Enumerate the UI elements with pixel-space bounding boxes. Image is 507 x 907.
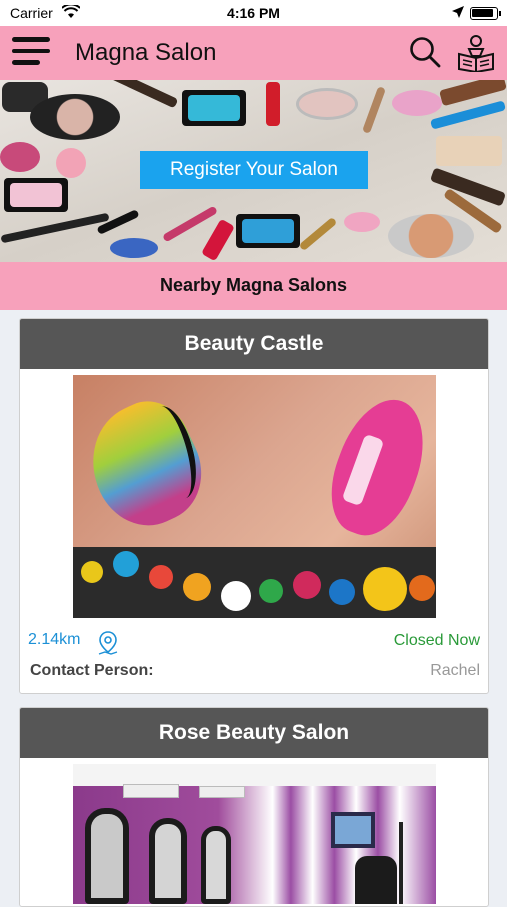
app-title: Magna Salon [75, 39, 217, 66]
salon-distance: 2.14km [28, 631, 81, 648]
makeup-banner: Register Your Salon [0, 80, 507, 262]
status-time: 4:16 PM [227, 5, 280, 21]
status-bar: Carrier 4:16 PM [0, 0, 507, 26]
salon-card[interactable]: Beauty Castle 2.14km Closed Now Contact … [19, 318, 489, 694]
search-icon[interactable] [408, 35, 442, 69]
battery-nub [499, 11, 501, 16]
register-salon-button[interactable]: Register Your Salon [140, 151, 368, 189]
location-arrow-icon [452, 6, 464, 18]
reading-book-icon[interactable] [456, 34, 496, 72]
salon-image [73, 764, 436, 904]
battery-icon [470, 7, 498, 20]
contact-person-name: Rachel [430, 662, 480, 679]
salon-name: Rose Beauty Salon [20, 708, 488, 758]
contact-person-label: Contact Person: [30, 662, 154, 679]
top-nav-bar: Magna Salon [0, 26, 507, 80]
hamburger-menu-icon[interactable] [12, 37, 50, 69]
salon-image [73, 375, 436, 618]
location-pin-icon[interactable] [96, 630, 120, 658]
nearby-salons-heading: Nearby Magna Salons [0, 262, 507, 310]
open-status: Closed Now [393, 632, 480, 649]
salon-card[interactable]: Rose Beauty Salon [19, 707, 489, 907]
salon-name: Beauty Castle [20, 319, 488, 369]
